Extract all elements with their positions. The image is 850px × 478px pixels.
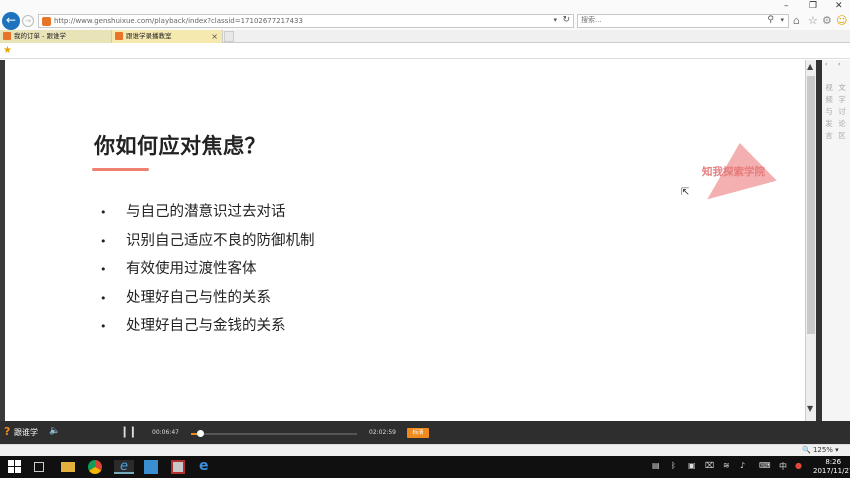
refresh-icon[interactable]: ↻: [562, 15, 570, 25]
tab-playback-classroom[interactable]: 跟谁学录播教室 ×: [112, 30, 223, 43]
add-favorite-icon[interactable]: ★: [3, 45, 12, 56]
minimize-button[interactable]: –: [784, 1, 789, 11]
new-tab-button[interactable]: [224, 31, 234, 42]
tab-char: 与: [825, 107, 833, 116]
photos-icon[interactable]: [144, 460, 158, 474]
file-explorer-icon[interactable]: [61, 462, 75, 472]
tab-char: 文: [838, 83, 846, 92]
video-and-speech-tab[interactable]: 视 频 与 发 言: [824, 82, 834, 142]
left-edge-divider: [0, 60, 5, 421]
arrow-right-icon: →: [25, 17, 31, 25]
chevron-down-icon[interactable]: ▾: [553, 16, 557, 24]
task-view-icon[interactable]: [34, 462, 44, 472]
tab-char: 论: [838, 119, 846, 128]
gear-icon[interactable]: ⚙: [822, 14, 832, 27]
brand-logo-icon: ?: [4, 425, 11, 438]
tab-char: 视: [825, 83, 833, 92]
playback-controls: ? 跟谁学 🔈 ❙❙ 00:06:47 02:02:59 标清: [0, 421, 850, 444]
restore-button[interactable]: ❐: [809, 1, 817, 11]
list-item: 有效使用过渡性客体: [100, 257, 315, 286]
edge-icon[interactable]: e: [199, 459, 213, 474]
close-icon[interactable]: ×: [211, 30, 218, 43]
start-button[interactable]: [8, 460, 22, 474]
tab-label: 我的订单 - 跟谁学: [14, 32, 66, 40]
browser-toolbar: – ❐ ✕ ← → http://www.genshuixue.com/play…: [0, 0, 850, 30]
back-button[interactable]: ←: [2, 12, 20, 30]
tray-app-icon[interactable]: ▤: [652, 461, 660, 470]
search-box[interactable]: ⚲ ▾: [577, 14, 789, 28]
network-icon[interactable]: ⌧: [705, 461, 714, 470]
wifi-icon[interactable]: ≋: [723, 461, 730, 470]
tab-char: 讨: [838, 107, 846, 116]
tab-char: 区: [838, 131, 846, 140]
status-bar: 🔍 125% ▾: [0, 444, 850, 456]
list-item: 处理好自己与金钱的关系: [100, 314, 315, 343]
favorites-star-icon[interactable]: ☆: [808, 14, 818, 27]
scroll-up-icon[interactable]: ▲: [807, 62, 813, 71]
tab-strip: 我的订单 - 跟谁学 跟谁学录播教室 ×: [0, 30, 850, 43]
bluetooth-icon[interactable]: ᛒ: [671, 461, 676, 470]
watermark-logo: 知我探索学院: [695, 136, 780, 200]
slide-title: 你如何应对焦虑？: [94, 134, 266, 158]
site-favicon-icon: [42, 17, 51, 26]
smiley-icon[interactable]: ☺: [836, 14, 847, 27]
clock[interactable]: 8:26 2017/11/27: [813, 458, 850, 476]
side-panel: ‹ ‹ 视 频 与 发 言 文 字 讨 论 区: [822, 60, 850, 421]
media-app-icon[interactable]: [171, 460, 185, 474]
taskbar: e e ▤ ᛒ ▣ ⌧ ≋ ♪ ⌨ 中 ● 8:26 2017/11/27: [0, 456, 850, 478]
list-item: 识别自己适应不良的防御机制: [100, 229, 315, 258]
search-input[interactable]: [581, 16, 751, 24]
ime-indicator[interactable]: 中: [779, 461, 787, 472]
keyboard-icon[interactable]: ⌨: [759, 461, 771, 470]
tab-char: 发: [825, 119, 833, 128]
tab-char: 字: [838, 95, 846, 104]
site-favicon-icon: [115, 32, 123, 40]
progress-handle[interactable]: [197, 430, 205, 437]
logo-text: 知我探索学院: [702, 166, 765, 178]
chrome-icon[interactable]: [88, 460, 102, 474]
brand-name: 跟谁学: [14, 428, 38, 437]
arrow-left-icon: ←: [5, 13, 17, 27]
title-underline: [92, 168, 149, 171]
bullet-list: 与自己的潜意识过去对话 识别自己适应不良的防御机制 有效使用过渡性客体 处理好自…: [100, 200, 315, 343]
tab-my-orders[interactable]: 我的订单 - 跟谁学: [0, 30, 112, 43]
close-button[interactable]: ✕: [835, 1, 843, 11]
home-icon[interactable]: ⌂: [793, 14, 800, 27]
zoom-level[interactable]: 🔍 125% ▾: [802, 446, 839, 454]
volume-icon[interactable]: 🔈: [49, 426, 60, 436]
collapse-video-panel-icon[interactable]: ‹: [825, 61, 827, 68]
site-favicon-icon: [3, 32, 11, 40]
address-bar[interactable]: http://www.genshuixue.com/playback/index…: [38, 14, 574, 28]
tab-char: 频: [825, 95, 833, 104]
search-icon[interactable]: ⚲: [767, 15, 774, 25]
list-item: 与自己的潜意识过去对话: [100, 200, 315, 229]
collapse-chat-panel-icon[interactable]: ‹: [838, 61, 840, 68]
clock-time: 8:26: [825, 458, 842, 466]
pause-button[interactable]: ❙❙: [120, 425, 137, 438]
forward-button[interactable]: →: [22, 15, 34, 27]
mouse-cursor-icon: ⇱: [681, 187, 690, 198]
scroll-down-icon[interactable]: ▼: [807, 404, 813, 413]
clock-date: 2017/11/27: [813, 467, 850, 475]
slide-area: 知我探索学院 你如何应对焦虑？ 与自己的潜意识过去对话 识别自己适应不良的防御机…: [0, 60, 805, 421]
tab-label: 跟谁学录播教室: [126, 32, 172, 40]
current-time: 00:06:47: [152, 429, 179, 436]
internet-explorer-icon[interactable]: e: [114, 460, 134, 474]
tray-app-icon[interactable]: ▣: [688, 461, 696, 470]
scrollbar-thumb[interactable]: [807, 76, 815, 334]
chevron-down-icon[interactable]: ▾: [780, 16, 784, 24]
total-time: 02:02:59: [369, 429, 396, 436]
tray-app-icon[interactable]: ●: [795, 461, 802, 470]
favorites-bar: ★: [0, 44, 850, 59]
vertical-scrollbar[interactable]: ▲ ▼: [805, 60, 816, 421]
progress-bar[interactable]: [191, 430, 357, 437]
quality-button[interactable]: 标清: [407, 428, 429, 438]
list-item: 处理好自己与性的关系: [100, 286, 315, 315]
address-url[interactable]: http://www.genshuixue.com/playback/index…: [54, 17, 303, 25]
text-discussion-tab[interactable]: 文 字 讨 论 区: [837, 82, 847, 142]
tab-char: 言: [825, 131, 833, 140]
speaker-icon[interactable]: ♪: [740, 461, 745, 470]
